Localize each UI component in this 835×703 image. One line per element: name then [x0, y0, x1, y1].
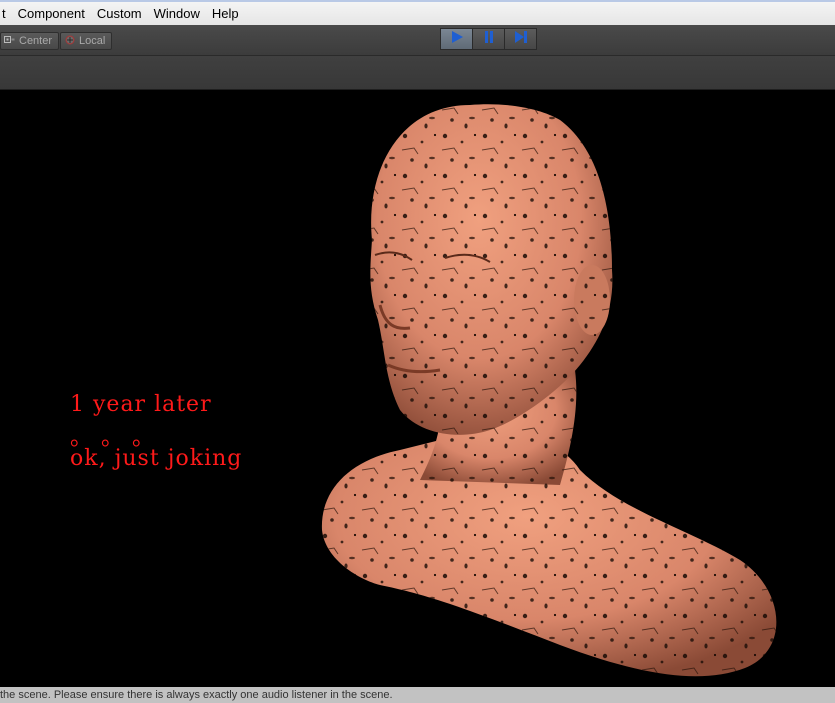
head-bust-model: [321, 104, 777, 677]
overlay-line-1: 1 year later: [70, 392, 212, 417]
overlay-line-3: ok, just joking: [70, 446, 243, 471]
step-button[interactable]: [505, 28, 537, 50]
menu-item-edit[interactable]: t: [0, 6, 12, 21]
play-controls: [440, 28, 537, 50]
play-icon: [450, 30, 464, 49]
pivot-center-button[interactable]: Center: [0, 32, 60, 50]
pivot-center-label: Center: [19, 35, 53, 47]
play-button[interactable]: [440, 28, 473, 50]
pivot-local-label: Local: [79, 35, 106, 47]
game-viewport[interactable]: 1 year later 。 。 。 ok, just joking: [0, 90, 835, 687]
menu-item-component[interactable]: Component: [12, 6, 91, 21]
pause-icon: [483, 30, 495, 49]
view-tab-bar: [0, 56, 835, 90]
menu-bar: t Component Custom Window Help: [0, 0, 835, 25]
menu-item-help[interactable]: Help: [206, 6, 245, 21]
pivot-icon: [4, 35, 16, 48]
pivot-local-button[interactable]: Local: [60, 32, 113, 50]
menu-item-custom[interactable]: Custom: [91, 6, 148, 21]
pivot-controls: Center Local: [0, 32, 113, 50]
status-bar: the scene. Please ensure there is always…: [0, 687, 835, 703]
local-rotation-icon: [64, 34, 76, 49]
menu-item-window[interactable]: Window: [148, 6, 206, 21]
pause-button[interactable]: [473, 28, 505, 50]
toolbar: Center Local: [0, 25, 835, 56]
step-icon: [513, 30, 529, 49]
